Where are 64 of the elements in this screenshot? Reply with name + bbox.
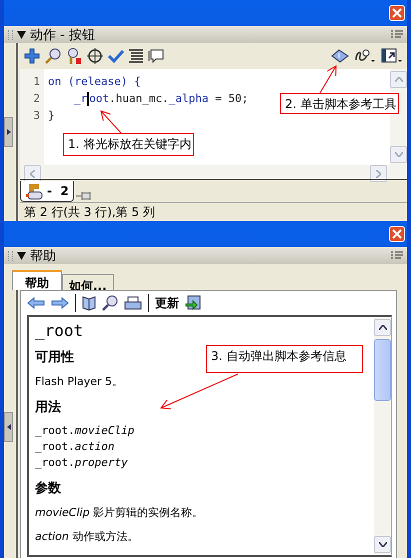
- search-icon[interactable]: [45, 48, 61, 64]
- chevron-icon: [376, 170, 381, 178]
- body-text: action 动作或方法。: [35, 529, 138, 544]
- comment-icon[interactable]: [148, 48, 164, 64]
- help-tab[interactable]: 帮助: [12, 270, 62, 290]
- code-keyword: on (release) {: [48, 75, 141, 88]
- code-text: .huan_mc.: [109, 92, 169, 105]
- scroll-right-button[interactable]: [370, 165, 387, 182]
- line-number: 3: [32, 108, 40, 124]
- code-sample: _root.action: [35, 440, 114, 453]
- scroll-up-button[interactable]: [374, 319, 391, 336]
- section-heading: 用法: [35, 399, 61, 416]
- annotation-label: 1. 将光标放在关键字内: [63, 133, 194, 156]
- collapse-triangle-icon[interactable]: [17, 252, 26, 260]
- format-icon[interactable]: [129, 48, 143, 64]
- code-text: = 50;: [214, 92, 248, 105]
- section-heading: 参数: [35, 480, 61, 497]
- line-number: 2: [32, 91, 40, 107]
- code-sample: _root.movieClip: [35, 424, 134, 437]
- line-number: 1: [32, 74, 40, 90]
- panel-title: 帮助: [30, 248, 57, 264]
- add-icon[interactable]: [24, 48, 40, 64]
- annotation-arrow: [100, 110, 122, 134]
- section-heading: 可用性: [35, 349, 74, 366]
- collapse-triangle-icon[interactable]: [17, 30, 26, 38]
- chevron-icon: [394, 152, 402, 157]
- target-icon[interactable]: [87, 48, 103, 64]
- forward-arrow-icon[interactable]: [51, 297, 69, 309]
- scrollbar-thumb[interactable]: [374, 339, 391, 401]
- search-icon[interactable]: [102, 295, 118, 311]
- script-icon: [25, 182, 43, 200]
- annotation-label: 2. 单击脚本参考工具: [280, 93, 399, 114]
- code-keyword: _alpha: [168, 92, 208, 105]
- chevron-icon: [30, 170, 35, 178]
- replace-icon[interactable]: [66, 48, 82, 64]
- collapse-handle[interactable]: [4, 117, 13, 147]
- code-sample: _root.property: [35, 456, 128, 469]
- back-arrow-icon[interactable]: [27, 297, 45, 309]
- code-keyword: oot: [89, 92, 110, 105]
- body-text: movieClip 影片剪辑的实例名称。: [35, 505, 204, 520]
- menu-icon[interactable]: [391, 30, 403, 40]
- update-icon[interactable]: [185, 295, 201, 311]
- update-button[interactable]: 更新: [155, 294, 179, 312]
- chevron-icon: [378, 325, 386, 330]
- check-icon[interactable]: [108, 48, 124, 64]
- panel-title: 动作 - 按钮: [30, 26, 96, 44]
- chevron-icon: [378, 542, 386, 547]
- chevron-icon: [394, 77, 402, 82]
- annotation-arrow: [320, 66, 336, 94]
- code-keyword: _r: [74, 92, 88, 105]
- body-text: Flash Player 5。: [35, 374, 124, 389]
- scroll-down-button[interactable]: [374, 536, 391, 553]
- debug-icon[interactable]: [354, 48, 376, 64]
- annotation-label: 3. 自动弹出脚本参考信息: [206, 345, 363, 373]
- menu-icon[interactable]: [391, 250, 403, 260]
- view-options-icon[interactable]: [381, 48, 403, 64]
- close-button[interactable]: [389, 5, 405, 21]
- code-text: }: [48, 109, 55, 122]
- print-icon[interactable]: [124, 296, 142, 310]
- text-cursor: [87, 92, 90, 106]
- script-tab[interactable]: - 2: [20, 181, 74, 202]
- close-button[interactable]: [389, 226, 405, 242]
- collapse-handle[interactable]: [4, 412, 13, 442]
- topic-title: _root: [35, 321, 84, 340]
